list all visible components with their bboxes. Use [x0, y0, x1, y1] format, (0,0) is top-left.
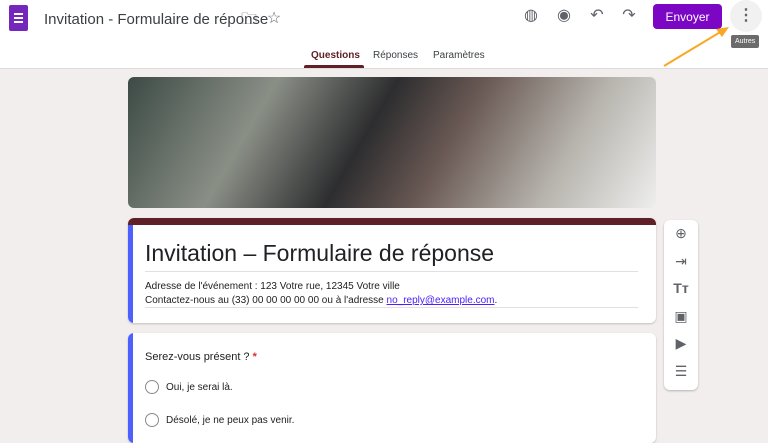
annotation-arrow-icon: [663, 27, 729, 67]
